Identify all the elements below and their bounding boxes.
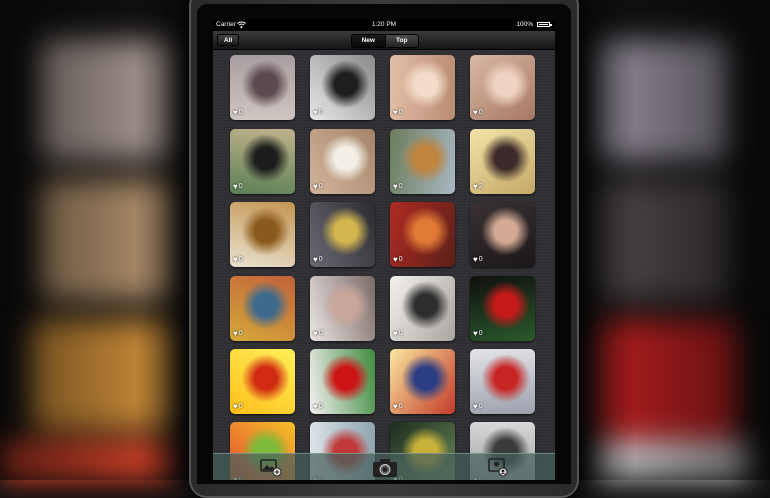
like-count: ♥0 <box>393 403 403 411</box>
like-count-value: 2 <box>478 183 483 190</box>
photo-thumbnail[interactable]: ♥0 <box>230 202 295 267</box>
photo-thumbnail[interactable]: ♥ 2 <box>470 129 535 194</box>
like-count-value: 0 <box>238 109 243 116</box>
like-count: ♥0 <box>473 109 483 117</box>
like-count-value: 0 <box>238 403 243 410</box>
camera-icon[interactable] <box>371 456 399 478</box>
clock: 1:20 PM <box>371 21 397 28</box>
like-count-value: 0 <box>398 256 403 263</box>
photo-thumbnail[interactable]: ♥0 <box>310 55 375 120</box>
heart-icon: ♥ <box>313 108 318 117</box>
like-count: ♥0 <box>313 256 323 264</box>
photo-thumbnail[interactable]: ♥0 <box>390 202 455 267</box>
like-count-value: 0 <box>318 330 323 337</box>
like-count-value: 0 <box>318 109 323 116</box>
like-count-value: 0 <box>478 330 483 337</box>
profile-icon[interactable] <box>487 457 509 477</box>
app-screen: Carrier 1:20 PM 100% All New Top ♥ 0 ♥ 0 ♥ 0 ♥… <box>213 19 555 480</box>
heart-icon: ♥ <box>393 402 398 411</box>
heart-icon: ♥ <box>473 255 478 264</box>
heart-icon: ♥ <box>313 329 318 338</box>
heart-icon: ♥ <box>313 182 318 191</box>
like-count: ♥0 <box>313 403 323 411</box>
heart-icon: ♥ <box>233 182 238 191</box>
like-count: ♥0 <box>233 109 243 117</box>
like-count: ♥ 2 <box>473 183 483 191</box>
like-count: ♥0 <box>313 330 323 338</box>
like-count: ♥0 <box>313 109 323 117</box>
like-count-value: 0 <box>478 403 483 410</box>
like-count: ♥0 <box>393 330 403 338</box>
like-count: ♥0 <box>473 403 483 411</box>
like-count: ♥0 <box>393 109 403 117</box>
like-count: ♥0 <box>473 256 483 264</box>
heart-icon: ♥ <box>473 329 478 338</box>
photo-thumbnail[interactable]: ♥0 <box>310 349 375 414</box>
heart-icon: ♥ <box>313 255 318 264</box>
heart-icon: ♥ <box>233 108 238 117</box>
heart-icon: ♥ <box>393 255 398 264</box>
like-count-value: 0 <box>398 183 403 190</box>
background-shade-right <box>578 0 770 480</box>
like-count: ♥0 <box>233 256 243 264</box>
top-toolbar: All New Top <box>213 31 555 50</box>
heart-icon: ♥ <box>393 108 398 117</box>
photo-thumbnail[interactable]: ♥0 <box>230 276 295 341</box>
battery-percent: 100% <box>516 21 533 28</box>
like-count: ♥0 <box>233 330 243 338</box>
photo-thumbnail[interactable]: ♥0 <box>390 55 455 120</box>
like-count-value: 0 <box>398 330 403 337</box>
photo-thumbnail[interactable]: ♥0 <box>310 202 375 267</box>
heart-icon: ♥ <box>473 402 478 411</box>
photo-thumbnail[interactable]: ♥0 <box>390 349 455 414</box>
like-count: ♥0 <box>393 183 403 191</box>
sort-segmented-control: New Top <box>351 34 419 48</box>
heart-icon: ♥ <box>473 182 478 191</box>
gallery-icon[interactable] <box>259 457 283 477</box>
heart-icon: ♥ <box>313 402 318 411</box>
like-count: ♥0 <box>233 403 243 411</box>
segment-new[interactable]: New <box>352 35 385 47</box>
photo-thumbnail[interactable]: ♥0 <box>390 276 455 341</box>
like-count-value: 0 <box>318 256 323 263</box>
photo-thumbnail[interactable]: ♥0 <box>470 202 535 267</box>
battery-icon <box>537 22 552 27</box>
heart-icon: ♥ <box>393 329 398 338</box>
photo-thumbnail[interactable]: ♥0 <box>310 276 375 341</box>
battery-level <box>539 24 548 25</box>
like-count-value: 0 <box>318 183 323 190</box>
like-count-value: 0 <box>238 330 243 337</box>
heart-icon: ♥ <box>233 255 238 264</box>
all-button[interactable]: All <box>217 34 239 46</box>
photo-thumbnail[interactable]: ♥0 <box>230 55 295 120</box>
like-count-value: 0 <box>318 403 323 410</box>
heart-icon: ♥ <box>393 182 398 191</box>
bottom-tab-bar <box>213 453 555 480</box>
like-count: ♥0 <box>233 183 243 191</box>
photo-thumbnail[interactable]: ♥0 <box>230 349 295 414</box>
like-count-value: 0 <box>398 109 403 116</box>
photo-thumbnail[interactable]: ♥0 <box>310 129 375 194</box>
photo-thumbnail[interactable]: ♥0 <box>470 349 535 414</box>
status-bar: Carrier 1:20 PM 100% <box>213 19 555 31</box>
like-count: ♥0 <box>313 183 323 191</box>
like-count-value: 0 <box>238 256 243 263</box>
like-count-value: 0 <box>398 403 403 410</box>
segment-top[interactable]: Top <box>384 35 418 47</box>
like-count: ♥0 <box>473 330 483 338</box>
like-count-value: 0 <box>478 256 483 263</box>
heart-icon: ♥ <box>233 329 238 338</box>
photo-thumbnail[interactable]: ♥0 <box>230 129 295 194</box>
heart-icon: ♥ <box>473 108 478 117</box>
like-count-value: 0 <box>478 109 483 116</box>
like-count-value: 0 <box>238 183 243 190</box>
photo-thumbnail[interactable]: ♥0 <box>470 276 535 341</box>
like-count: ♥0 <box>393 256 403 264</box>
background-shade-left <box>0 0 192 480</box>
photo-thumbnail[interactable]: ♥0 <box>470 55 535 120</box>
photo-grid: ♥ 0 ♥ 0 ♥ 0 ♥ 0 ♥ 0 ♥ 0 ♥ 0 ♥ 2 ♥ 0 ♥ 0 ♥ 0 ♥ 0 ♥ 0 ♥ 0 ♥ 0 ♥ 0 ♥ 0 ♥ 0 ♥ 0 ♥ 0… <box>213 55 555 480</box>
heart-icon: ♥ <box>233 402 238 411</box>
photo-thumbnail[interactable]: ♥0 <box>390 129 455 194</box>
